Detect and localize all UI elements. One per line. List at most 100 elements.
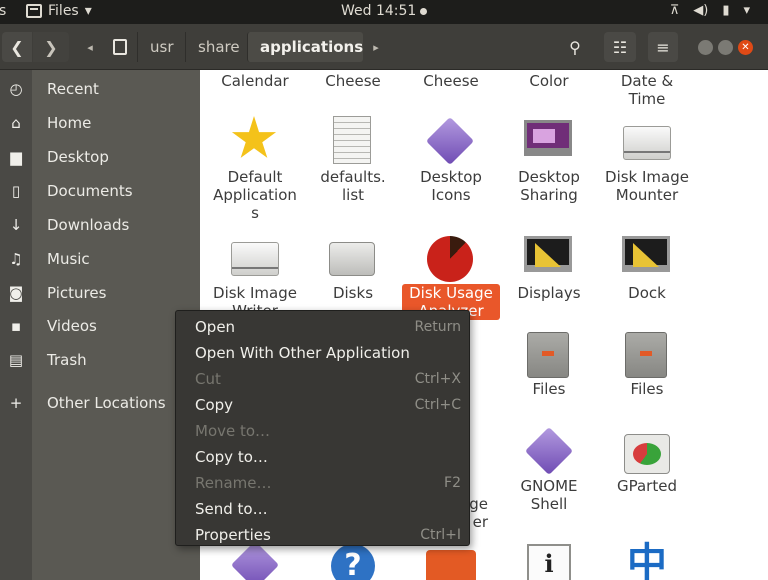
menu-item-properties[interactable]: Properties Ctrl+I — [176, 522, 469, 548]
sidebar-item-label: Trash — [47, 351, 87, 369]
header-bar: ❮ ❯ ◂ usr share applications ▸ ⚲ ☷ ≡ ✕ — [0, 24, 768, 70]
file-item-dock[interactable]: Dock — [598, 284, 696, 302]
breadcrumb-share[interactable]: share — [185, 32, 247, 62]
plus-icon: + — [9, 394, 23, 412]
video-icon: ▪ — [10, 317, 22, 335]
file-label: Dock — [628, 284, 666, 302]
sidebar-item-downloads[interactable]: ↓ Downloads — [0, 210, 200, 240]
breadcrumb-label: share — [198, 38, 240, 56]
sidebar-item-music[interactable]: ♫ Music — [0, 244, 200, 274]
file-item-desktop-sharing[interactable]: Desktop Sharing — [500, 168, 598, 204]
maximize-button[interactable] — [718, 40, 733, 55]
sidebar-item-label: Home — [47, 114, 92, 132]
hamburger-menu-button[interactable]: ≡ — [648, 32, 678, 62]
app-menu[interactable]: Files ▾ — [26, 3, 92, 19]
menu-item-label: Open With Other Application — [195, 344, 410, 362]
menu-item-label: Rename… — [195, 474, 272, 492]
forward-button[interactable]: ❯ — [33, 32, 69, 62]
sidebar-item-recent[interactable]: ◴ Recent — [0, 74, 200, 104]
notification-dot-icon — [420, 7, 428, 15]
sidebar-item-trash[interactable]: ▤ Trash — [0, 345, 200, 375]
dock-icon — [622, 236, 670, 272]
file-label: Disks — [332, 284, 374, 302]
menu-item-move-to[interactable]: Move to… — [176, 418, 469, 444]
battery-icon[interactable]: ▮ — [722, 3, 729, 18]
file-item-displays[interactable]: Displays — [500, 284, 598, 302]
sidebar-item-other-locations[interactable]: + Other Locations — [0, 388, 200, 418]
file-item-default-applications[interactable]: Default Application s — [206, 168, 304, 222]
file-label: Files — [532, 380, 566, 398]
sidebar-item-label: Music — [47, 250, 90, 268]
sidebar-item-home[interactable]: ⌂ Home — [0, 108, 200, 138]
file-item-cheese[interactable]: Cheese — [402, 72, 500, 90]
file-item-desktop-icons[interactable]: Desktop Icons — [402, 168, 500, 204]
sidebar-item-videos[interactable]: ▪ Videos — [0, 311, 200, 341]
file-item-defaults-list[interactable]: defaults. list — [304, 168, 402, 204]
search-button[interactable]: ⚲ — [560, 32, 590, 62]
camera-icon: ◙ — [8, 284, 24, 302]
breadcrumb-usr[interactable]: usr — [137, 32, 185, 62]
file-cabinet-icon — [625, 332, 667, 378]
gparted-icon — [624, 434, 670, 474]
clock-icon: ◴ — [9, 80, 23, 98]
disk-usage-analyzer-icon — [427, 236, 473, 282]
back-arrow-icon: ❮ — [10, 37, 24, 57]
menu-item-label: Open — [195, 318, 236, 336]
file-label: Date & Time — [620, 72, 674, 108]
file-item-calendar[interactable]: Calendar — [206, 72, 304, 90]
close-button[interactable]: ✕ — [738, 40, 753, 55]
file-item-cheese[interactable]: Cheese — [304, 72, 402, 90]
disks-icon — [329, 242, 375, 276]
clock[interactable]: Wed 14:51 — [341, 3, 428, 19]
activities-button[interactable]: s — [0, 3, 6, 19]
menu-item-open-with-other-application[interactable]: Open With Other Application — [176, 340, 469, 366]
file-item-date-time[interactable]: Date & Time — [598, 72, 696, 108]
file-item-files[interactable]: Files — [500, 380, 598, 398]
sidebar-item-label: Recent — [47, 80, 99, 98]
network-icon[interactable]: ⊼ — [670, 3, 680, 18]
path-scroll-right-button[interactable]: ▸ — [368, 32, 384, 62]
chevron-down-icon[interactable]: ▾ — [743, 3, 750, 18]
displays-icon — [524, 236, 572, 272]
home-icon: ⌂ — [11, 114, 21, 132]
sidebar-item-label: Documents — [47, 182, 133, 200]
minimize-button[interactable] — [698, 40, 713, 55]
system-tray[interactable]: ⊼ ◀) ▮ ▾ — [670, 3, 750, 18]
breadcrumb-applications[interactable]: applications — [247, 32, 363, 62]
view-toggle-button[interactable]: ☷ — [604, 32, 636, 62]
menu-item-send-to[interactable]: Send to… — [176, 496, 469, 522]
menu-item-open[interactable]: Open Return — [176, 314, 469, 340]
path-scroll-left-button[interactable]: ◂ — [80, 32, 100, 62]
file-label: Cheese — [325, 72, 381, 90]
sidebar-item-documents[interactable]: ▯ Documents — [0, 176, 200, 206]
back-button[interactable]: ❮ — [2, 32, 32, 62]
sidebar-item-pictures[interactable]: ◙ Pictures — [0, 278, 200, 308]
left-triangle-icon: ◂ — [87, 40, 93, 54]
file-label: Default Application s — [213, 168, 297, 222]
path-root-button[interactable] — [103, 32, 137, 62]
sidebar-item-desktop[interactable]: ▆ Desktop — [0, 142, 200, 172]
file-item-disk-image-mounter[interactable]: Disk Image Mounter — [598, 168, 696, 204]
file-label: Desktop Icons — [420, 168, 482, 204]
file-item-gparted[interactable]: GParted — [598, 477, 696, 495]
music-icon: ♫ — [9, 250, 23, 268]
menu-item-cut[interactable]: Cut Ctrl+X — [176, 366, 469, 392]
file-item-gnome-shell[interactable]: GNOME Shell — [500, 477, 598, 513]
menu-item-rename[interactable]: Rename… F2 — [176, 470, 469, 496]
sidebar-item-label: Other Locations — [47, 394, 166, 412]
input-method-icon: 中 — [627, 540, 667, 580]
file-item-color[interactable]: Color — [500, 72, 598, 90]
menu-item-label: Send to… — [195, 500, 268, 518]
close-icon: ✕ — [741, 42, 750, 53]
file-label: Displays — [517, 284, 581, 302]
volume-icon[interactable]: ◀) — [693, 3, 708, 18]
menu-item-accel: Return — [414, 319, 461, 335]
gnome-shell-icon — [524, 426, 574, 476]
breadcrumb-label: usr — [150, 38, 174, 56]
menu-item-label: Properties — [195, 526, 271, 544]
menu-item-copy-to[interactable]: Copy to… — [176, 444, 469, 470]
file-item-disks[interactable]: Disks — [304, 284, 402, 302]
file-item-files[interactable]: Files — [598, 380, 696, 398]
menu-item-copy[interactable]: Copy Ctrl+C — [176, 392, 469, 418]
file-label: defaults. list — [320, 168, 386, 204]
